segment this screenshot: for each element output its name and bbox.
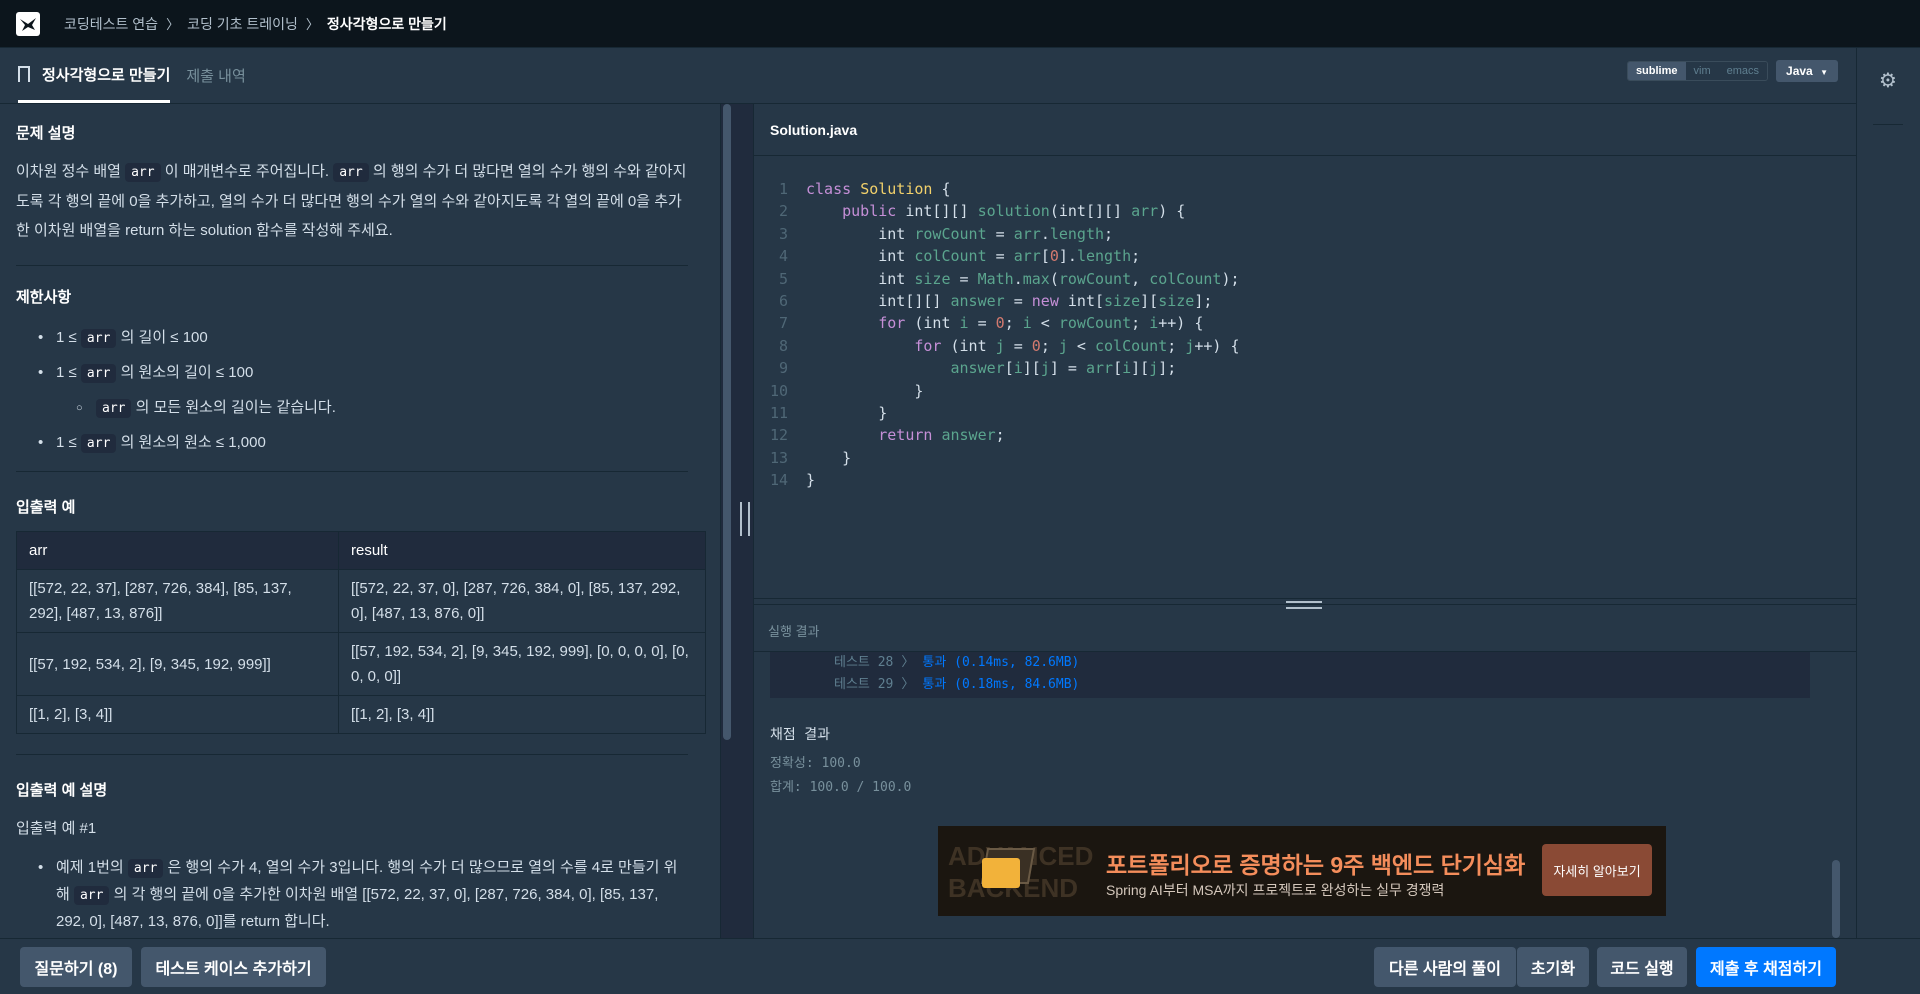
list-item: 1 ≤ arr 의 원소의 원소 ≤ 1,000 xyxy=(16,426,688,461)
run-code-button[interactable]: 코드 실행 xyxy=(1597,947,1687,987)
mode-vim[interactable]: vim xyxy=(1685,62,1719,80)
table-cell: [[57, 192, 534, 2], [9, 345, 192, 999]] xyxy=(16,632,339,696)
code-editor[interactable]: 1 class Solution { 2 public int[][] solut… xyxy=(754,156,1856,596)
tab-submissions[interactable]: 제출 내역 xyxy=(186,48,245,103)
io-desc-list: 예제 1번의 arr 은 행의 수가 4, 열의 수가 3입니다. 행의 수가 … xyxy=(16,855,688,935)
tab-submissions-label: 제출 내역 xyxy=(186,68,246,85)
tab-problem[interactable]: 정사각형으로 만들기 xyxy=(18,48,171,103)
ad-headline: 포트폴리오로 증명하는 9주 백엔드 단기심화 xyxy=(1106,852,1526,878)
chevron-right-icon: 〉 xyxy=(166,17,180,32)
pane-splitter[interactable] xyxy=(720,104,754,938)
mode-sublime[interactable]: sublime xyxy=(1627,62,1686,80)
caret-down-icon: ▼ xyxy=(1820,68,1828,77)
list-item: 예제 1번의 arr 은 행의 수가 4, 열의 수가 3입니다. 행의 수가 … xyxy=(16,855,688,935)
table-cell: [[572, 22, 37, 0], [287, 726, 384, 0], [… xyxy=(338,569,706,633)
divider xyxy=(1873,124,1903,125)
chevron-right-icon: 〉 xyxy=(305,17,319,32)
breadcrumb-item-coding-test[interactable]: 코딩테스트 연습 xyxy=(64,14,158,34)
submit-button[interactable]: 제출 후 채점하기 xyxy=(1696,947,1836,987)
section-title-limits: 제한사항 xyxy=(16,289,72,306)
gear-icon[interactable]: ⚙ xyxy=(1879,68,1897,93)
ad-subline: Spring AI부터 MSA까지 프로젝트로 완성하는 실무 경쟁력 xyxy=(1106,882,1445,898)
table-cell: [[572, 22, 37], [287, 726, 384], [85, 13… xyxy=(16,569,339,633)
scrollbar[interactable] xyxy=(723,104,731,740)
score-section: 채점 결과 정확성: 100.0 합계: 100.0 / 100.0 xyxy=(770,724,911,800)
table-cell: [[1, 2], [3, 4]] xyxy=(338,695,706,734)
others-solutions-button[interactable]: 다른 사람의 풀이 xyxy=(1374,947,1516,987)
language-label: Java xyxy=(1786,64,1813,78)
divider xyxy=(16,754,688,755)
score-accuracy: 정확성: 100.0 xyxy=(770,756,861,771)
io-example-label: 입출력 예 #1 xyxy=(16,820,97,837)
ad-cta-button[interactable]: 자세히 알아보기 xyxy=(1542,844,1652,896)
mode-emacs[interactable]: emacs xyxy=(1718,62,1768,80)
table-header: arr xyxy=(16,531,339,570)
table-row: [[1, 2], [3, 4]] [[1, 2], [3, 4]] xyxy=(16,695,706,734)
scrollbar[interactable] xyxy=(1832,860,1840,938)
table-row: [[572, 22, 37], [287, 726, 384], [85, 13… xyxy=(16,569,706,633)
breadcrumb-item-current: 정사각형으로 만들기 xyxy=(326,15,447,32)
table-header: result xyxy=(338,531,706,570)
problem-description: 이차원 정수 배열 arr 이 매개변수로 주어집니다. arr 의 행의 수가… xyxy=(16,163,687,239)
section-title-io: 입출력 예 xyxy=(16,499,76,516)
results-header: 실행 결과 xyxy=(754,604,1856,652)
language-select[interactable]: Java ▼ xyxy=(1776,60,1838,82)
editor-filename: Solution.java xyxy=(754,104,1856,156)
ask-question-button[interactable]: 질문하기 (8) xyxy=(20,947,132,987)
splitter-grip-icon[interactable] xyxy=(740,502,750,536)
list-item: arr 의 모든 원소의 길이는 같습니다. xyxy=(16,391,688,426)
right-sidebar: ⚙ xyxy=(1856,48,1920,938)
chevron-right-icon: 〉 xyxy=(901,655,915,670)
divider xyxy=(16,471,688,472)
problem-pane: 문제 설명 이차원 정수 배열 arr 이 매개변수로 주어집니다. arr 의… xyxy=(0,104,720,938)
ad-banner[interactable]: ADVANCED BACKEND 포트폴리오로 증명하는 9주 백엔드 단기심화… xyxy=(938,826,1666,916)
editor-mode-toggle: sublime vim emacs xyxy=(1626,61,1769,81)
breadcrumb-item-basic-training[interactable]: 코딩 기초 트레이닝 xyxy=(187,14,298,34)
section-title-io-desc: 입출력 예 설명 xyxy=(16,782,108,799)
table-cell: [[57, 192, 534, 2], [9, 345, 192, 999], … xyxy=(338,632,706,696)
tab-problem-label: 정사각형으로 만들기 xyxy=(42,66,171,84)
top-nav: 코딩테스트 연습 〉 코딩 기초 트레이닝 〉 정사각형으로 만들기 도움말 컴… xyxy=(0,0,1920,124)
score-total: 합계: 100.0 / 100.0 xyxy=(770,780,912,795)
io-table: arr result [[572, 22, 37], [287, 726, 38… xyxy=(16,531,706,734)
score-title: 채점 결과 xyxy=(770,727,830,743)
editor-pane: Solution.java 1 class Solution { 2 public… xyxy=(754,104,1856,938)
list-item: 1 ≤ arr 의 원소의 길이 ≤ 100 xyxy=(16,356,688,391)
results-list: 테스트 28 〉 통과 (0.14ms, 82.6MB) 테스트 29 〉 통과 (0.… xyxy=(770,652,1810,698)
table-cell: [[1, 2], [3, 4]] xyxy=(16,695,339,734)
table-row: [[57, 192, 534, 2], [9, 345, 192, 999]] … xyxy=(16,632,706,696)
folder-icon xyxy=(982,858,1020,888)
limits-list: 1 ≤ arr 의 길이 ≤ 100 1 ≤ arr 의 원소의 길이 ≤ 10… xyxy=(16,321,688,461)
divider xyxy=(16,265,688,266)
list-item: 1 ≤ arr 의 길이 ≤ 100 xyxy=(16,321,688,356)
section-title-description: 문제 설명 xyxy=(16,125,76,142)
reset-button[interactable]: 초기화 xyxy=(1517,947,1589,987)
table-header-row: arr result xyxy=(16,531,706,570)
result-row: 테스트 28 〉 통과 (0.14ms, 82.6MB) xyxy=(834,655,1080,670)
footer-bar: 질문하기 (8) 테스트 케이스 추가하기 다른 사람의 풀이 초기화 코드 실… xyxy=(0,938,1920,994)
add-testcase-button[interactable]: 테스트 케이스 추가하기 xyxy=(141,947,326,987)
programmers-logo-icon[interactable] xyxy=(16,11,40,36)
bookmark-icon[interactable] xyxy=(18,66,30,82)
chevron-right-icon: 〉 xyxy=(901,677,915,692)
breadcrumb: 코딩테스트 연습 〉 코딩 기초 트레이닝 〉 정사각형으로 만들기 xyxy=(64,14,447,34)
result-row: 테스트 29 〉 통과 (0.18ms, 84.6MB) xyxy=(834,677,1080,692)
tab-bar: 정사각형으로 만들기 제출 내역 sublime vim emacs Java … xyxy=(0,48,1856,104)
